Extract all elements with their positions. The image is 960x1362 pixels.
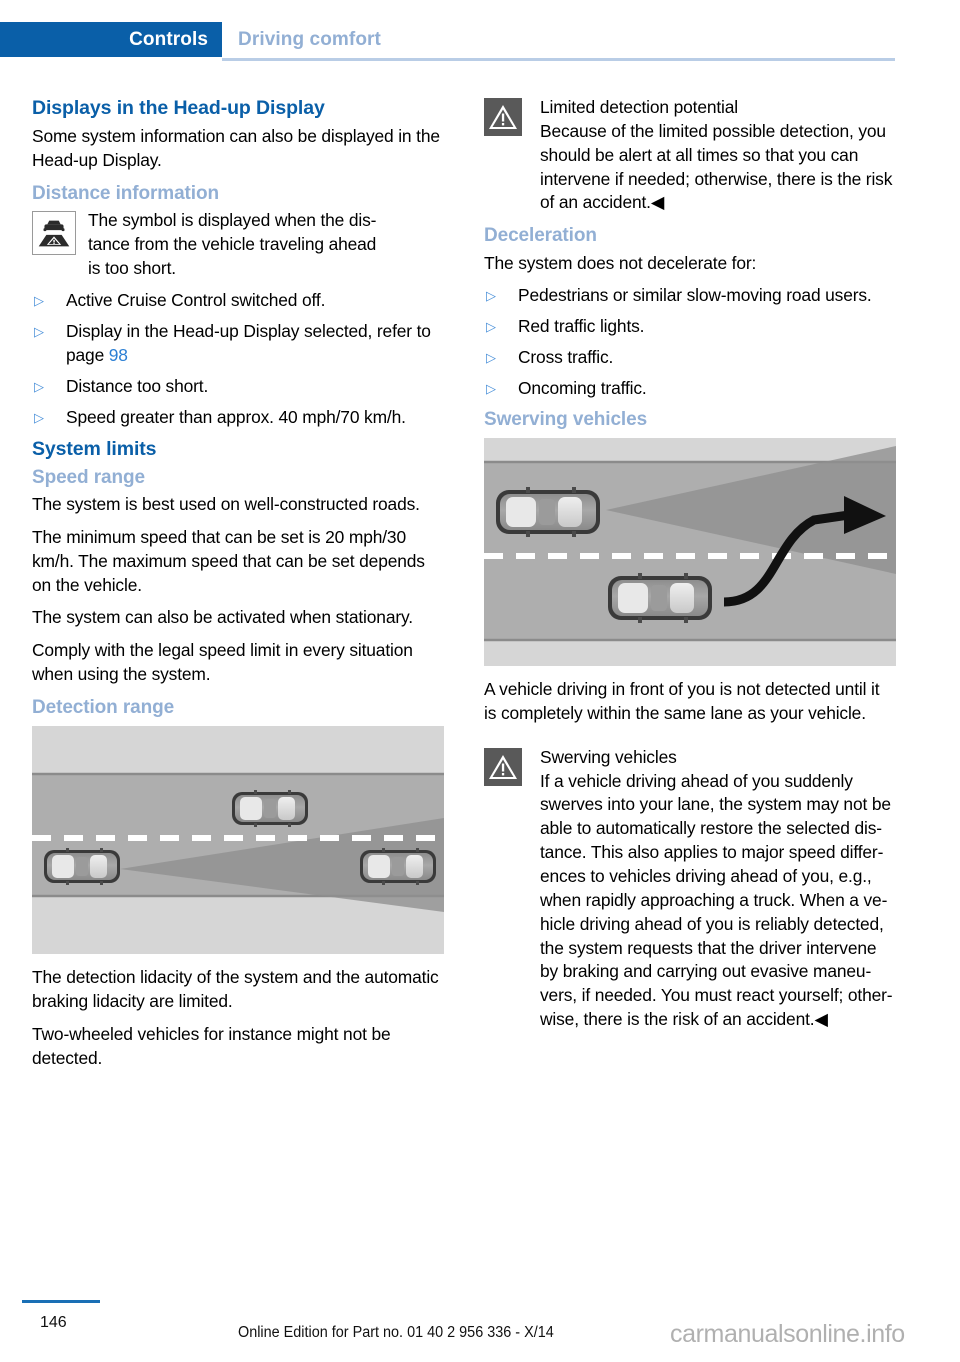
heading-speed-range: Speed range — [32, 466, 145, 488]
heading-displays-headup: Displays in the Head-up Display — [32, 97, 325, 119]
detection-range-diagram — [32, 726, 444, 955]
warning-body: Because of the limited possible detec­ti… — [540, 120, 893, 213]
distance-warning-symbol-glyph — [32, 210, 76, 255]
right-column: Limited detection potential Because of t… — [484, 96, 896, 1041]
detection-range-illustration — [32, 726, 444, 955]
list-item: ▷ Red traffic lights. — [484, 315, 896, 339]
distance-information-block: The symbol is displayed when the dis- ta… — [32, 209, 444, 281]
paragraph-detection-2: Two-wheeled vehicles for instance might … — [32, 1023, 391, 1068]
page-number: 146 — [40, 1314, 67, 1331]
left-column: Displays in the Head-up Display Some sys… — [32, 96, 444, 1080]
list-item: ▷ Pedestrians or similar slow-moving roa… — [484, 284, 896, 308]
warning-triangle-glyph — [484, 747, 522, 786]
paragraph-speed-1: The system is best used on well-construc… — [32, 493, 420, 514]
list-item: ▷ Active Cruise Control switched off. — [32, 289, 444, 313]
triangle-bullet-icon: ▷ — [34, 379, 44, 395]
heading-deceleration: Deceleration — [484, 225, 597, 247]
triangle-bullet-icon: ▷ — [34, 293, 44, 309]
header-chapter-tab: Controls — [0, 22, 222, 57]
distance-text-line-2: tance from the vehicle traveling ahead — [88, 233, 377, 254]
edition-notice: Online Edition for Part no. 01 40 2 956 … — [238, 1324, 554, 1341]
list-item: ▷ Oncoming traffic. — [484, 377, 896, 401]
list-item: ▷ Distance too short. — [32, 375, 444, 399]
heading-detection-range: Detection range — [32, 696, 175, 718]
warning-limited-detection-block: Limited detection potential Because of t… — [484, 96, 896, 215]
paragraph-speed-4: Comply with the legal speed limit in eve… — [32, 640, 413, 685]
list-item: ▷ Speed greater than approx. 40 mph/70 k… — [32, 406, 444, 430]
warning-end-marker: ◀ — [650, 192, 665, 213]
warning-triangle-icon — [484, 747, 522, 786]
vehicle-ahead — [232, 790, 308, 828]
header-section-title: Driving comfort — [238, 28, 381, 50]
list-item-label: Active Cruise Control switched off. — [66, 290, 326, 311]
list-item-label: Oncoming traffic. — [518, 377, 647, 398]
list-item-label: Red traffic lights. — [518, 316, 645, 337]
triangle-bullet-icon: ▷ — [486, 380, 496, 396]
footer-divider — [22, 1300, 100, 1303]
list-item: ▷ Display in the Head-up Display selecte… — [32, 320, 444, 368]
distance-bullet-list: ▷ Active Cruise Control switched off. ▷ … — [32, 289, 444, 429]
heading-system-limits: System limits — [32, 437, 157, 460]
list-item: ▷ Cross traffic. — [484, 346, 896, 370]
triangle-bullet-icon: ▷ — [34, 409, 44, 425]
paragraph-swerving: A vehicle driving in front of you is not… — [484, 679, 880, 723]
header-divider — [222, 58, 895, 61]
heading-swerving-vehicles: Swerving vehicles — [484, 408, 648, 430]
paragraph-speed-2: The minimum speed that can be set is 20 … — [32, 526, 425, 595]
distance-text-line-3: is too short. — [88, 257, 176, 278]
list-item-label: Distance too short. — [66, 376, 209, 397]
warning-end-marker: ◀ — [814, 1009, 828, 1030]
page-cross-reference-link[interactable]: 98 — [109, 345, 128, 365]
list-item-label: Cross traffic. — [518, 347, 614, 368]
list-item-label: Pedestrians or similar slow-moving road … — [518, 285, 872, 306]
paragraph-deceleration-intro: The system does not decelerate for: — [484, 252, 757, 273]
paragraph-speed-3: The system can also be activated when st… — [32, 607, 413, 628]
triangle-bullet-icon: ▷ — [486, 350, 496, 366]
list-item-label: Speed greater than approx. 40 mph/70 km/… — [66, 406, 406, 427]
triangle-bullet-icon: ▷ — [486, 288, 496, 304]
swerving-vehicles-diagram — [484, 438, 896, 667]
swerving-vehicles-illustration — [484, 438, 896, 667]
paragraph-headup-intro: Some system information can also be dis­… — [32, 125, 440, 170]
watermark: carmanualsonline.info — [670, 1320, 905, 1348]
vehicle-far-ahead — [360, 848, 436, 886]
distance-text-line-1: The symbol is displayed when the dis- — [88, 209, 377, 230]
warning-title: Limited detection potential — [540, 97, 739, 117]
warning-body: If a vehicle driving ahead of you sudden… — [540, 770, 893, 1030]
ego-vehicle — [496, 487, 600, 538]
warning-swerving-block: Swerving vehicles If a vehicle driving a… — [484, 746, 896, 1032]
paragraph-detection-1: The detection lidacity of the system and… — [32, 967, 439, 1012]
warning-triangle-glyph — [484, 98, 522, 136]
swerving-vehicle — [608, 573, 712, 624]
ego-vehicle — [44, 848, 120, 886]
warning-triangle-icon — [484, 98, 522, 136]
triangle-bullet-icon: ▷ — [486, 319, 496, 335]
heading-distance-information: Distance information — [32, 182, 219, 204]
distance-warning-symbol-icon — [32, 210, 76, 255]
page-footer: 146 Online Edition for Part no. 01 40 2 … — [0, 1292, 960, 1362]
deceleration-bullet-list: ▷ Pedestrians or similar slow-moving roa… — [484, 284, 896, 400]
triangle-bullet-icon: ▷ — [34, 324, 44, 340]
page-header: Controls Driving comfort — [0, 22, 960, 68]
warning-title: Swerving vehicles — [540, 746, 677, 767]
